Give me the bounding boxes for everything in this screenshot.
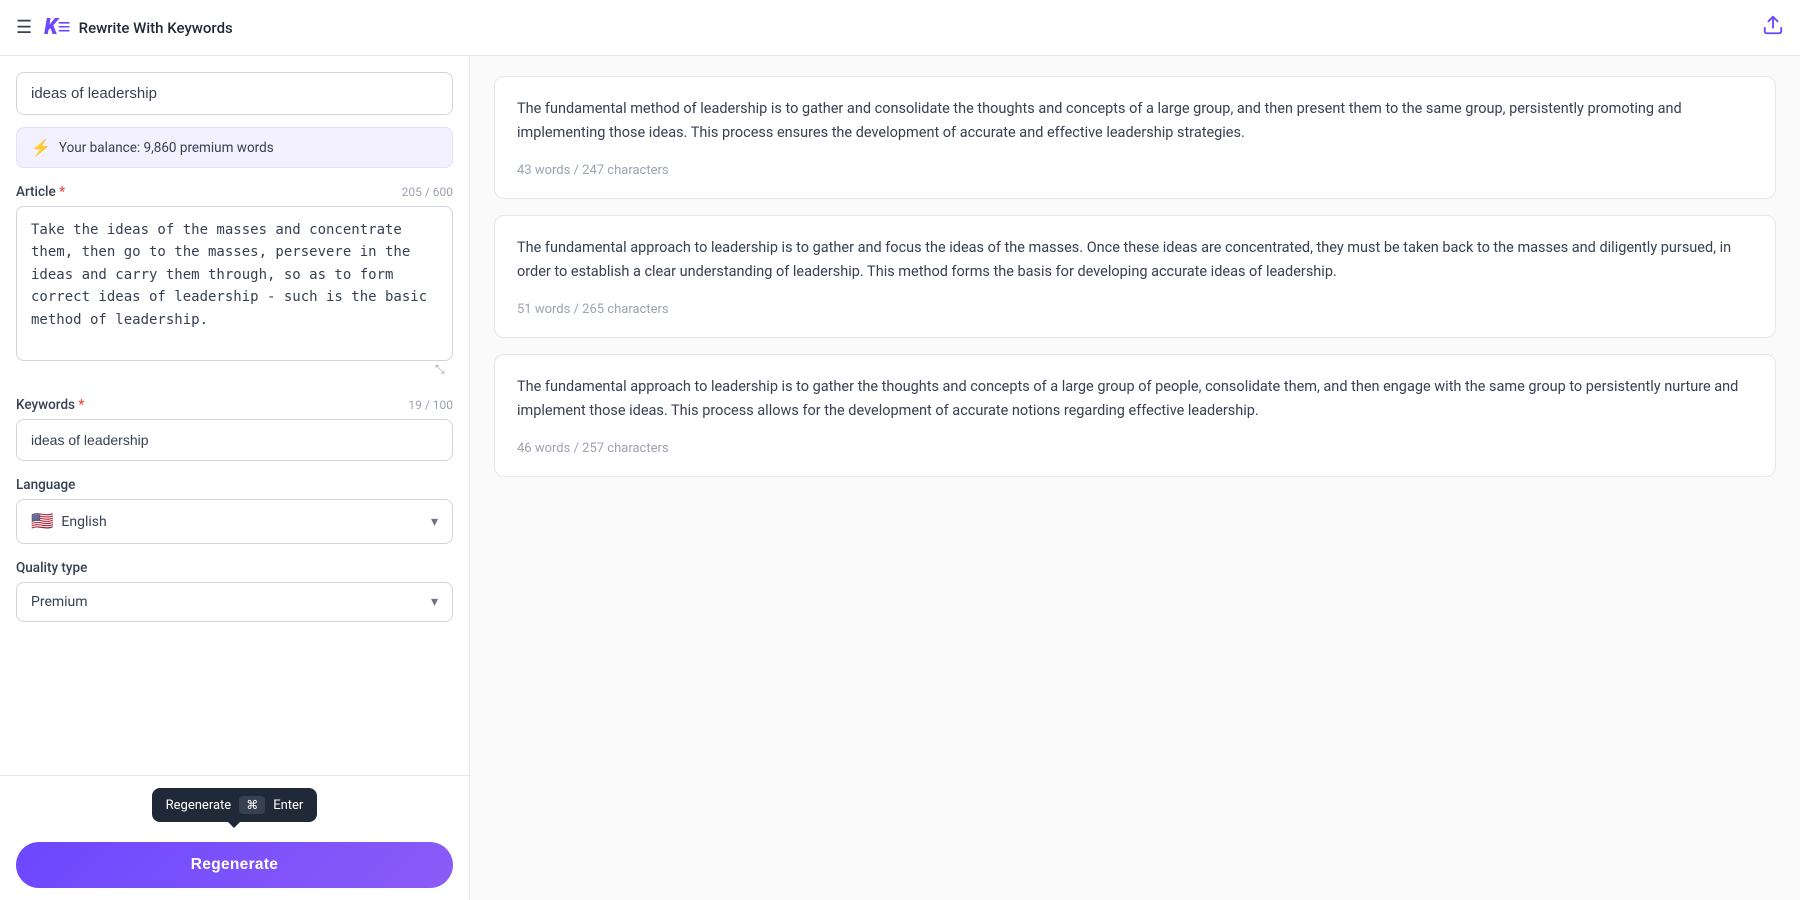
result-meta-2: 51 words / 265 characters [517, 302, 669, 317]
article-textarea[interactable]: Take the ideas of the masses and concent… [16, 206, 453, 361]
cmd-key: ⌘ [246, 798, 258, 812]
app-title: Rewrite With Keywords [79, 19, 233, 37]
balance-text: Your balance: 9,860 premium words [59, 140, 274, 156]
enter-key: Enter [273, 798, 303, 813]
language-flag: 🇺🇸 [31, 511, 53, 532]
quality-select-left: Premium [31, 594, 88, 610]
kbd-badge: ⌘ [239, 796, 265, 814]
tooltip-label: Regenerate [166, 798, 232, 813]
language-value: English [61, 514, 106, 530]
quality-value: Premium [31, 594, 88, 610]
app-header: ☰ K≡ Rewrite With Keywords [0, 0, 1800, 56]
balance-bar: ⚡ Your balance: 9,860 premium words [16, 127, 453, 168]
resize-handle-icon: ⤡ [435, 363, 449, 377]
language-select[interactable]: 🇺🇸 English ▾ [16, 499, 453, 544]
result-text-3: The fundamental approach to leadership i… [517, 375, 1753, 423]
left-panel-scroll: ⚡ Your balance: 9,860 premium words Arti… [0, 56, 469, 900]
language-label: Language [16, 477, 453, 493]
result-text-1: The fundamental method of leadership is … [517, 97, 1753, 145]
keywords-label-row: Keywords * 19 / 100 [16, 397, 453, 413]
language-chevron-icon: ▾ [431, 514, 438, 530]
quality-chevron-icon: ▾ [431, 594, 438, 610]
result-card-2: The fundamental approach to leadership i… [494, 215, 1776, 338]
hamburger-icon[interactable]: ☰ [16, 17, 32, 38]
article-textarea-wrapper: Take the ideas of the masses and concent… [16, 206, 453, 381]
bottom-bar: Regenerate ⌘ Enter Regenerate [0, 775, 469, 900]
quality-select[interactable]: Premium ▾ [16, 582, 453, 622]
article-label-row: Article * 205 / 600 [16, 184, 453, 200]
keywords-count: 19 / 100 [408, 398, 453, 412]
left-panel: ⚡ Your balance: 9,860 premium words Arti… [0, 56, 470, 900]
keywords-label: Keywords * [16, 397, 84, 413]
lightning-icon: ⚡ [31, 138, 51, 157]
article-label: Article * [16, 184, 65, 200]
result-meta-1: 43 words / 247 characters [517, 163, 669, 178]
quality-label: Quality type [16, 560, 453, 576]
result-card-1: The fundamental method of leadership is … [494, 76, 1776, 199]
logo-area: K≡ Rewrite With Keywords [44, 17, 233, 39]
right-panel: The fundamental method of leadership is … [470, 56, 1800, 900]
header-left: ☰ K≡ Rewrite With Keywords [16, 17, 233, 39]
upload-icon[interactable] [1762, 14, 1784, 41]
result-text-2: The fundamental approach to leadership i… [517, 236, 1753, 284]
result-card-3: The fundamental approach to leadership i… [494, 354, 1776, 477]
main-layout: ⚡ Your balance: 9,860 premium words Arti… [0, 56, 1800, 900]
topic-input[interactable] [16, 72, 453, 115]
regenerate-button[interactable]: Regenerate [16, 842, 453, 888]
regenerate-tooltip: Regenerate ⌘ Enter [152, 788, 318, 822]
result-meta-3: 46 words / 257 characters [517, 441, 669, 456]
language-select-left: 🇺🇸 English [31, 511, 107, 532]
app-logo-icon: K≡ [44, 17, 71, 39]
article-count: 205 / 600 [402, 185, 453, 199]
keywords-input[interactable] [16, 419, 453, 461]
